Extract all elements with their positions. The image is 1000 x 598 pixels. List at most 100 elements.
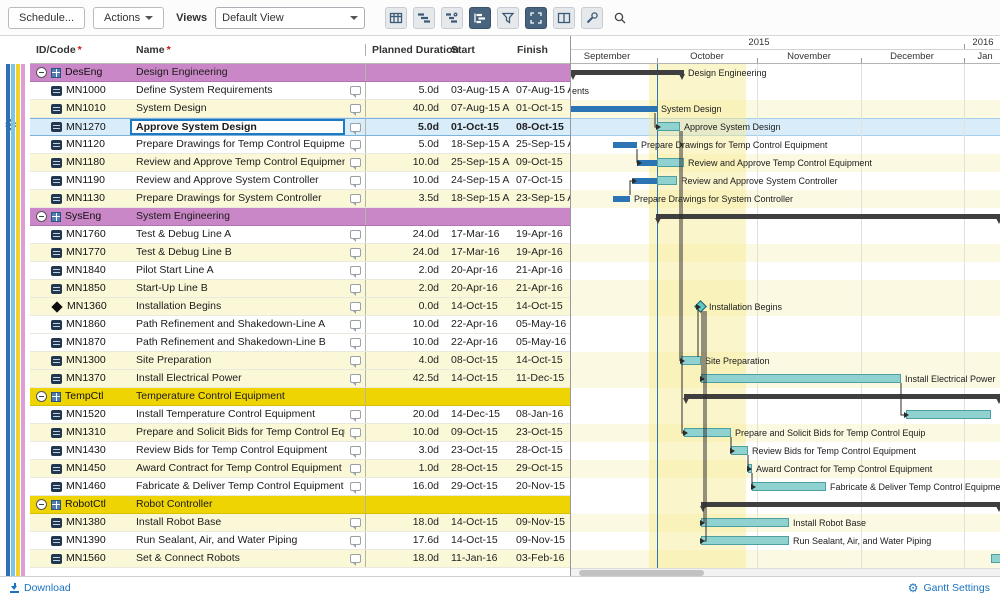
- gantt-bar[interactable]: [906, 410, 991, 419]
- chat-icon[interactable]: [350, 446, 361, 455]
- chat-icon[interactable]: [350, 230, 361, 239]
- gantt-summary-bar[interactable]: [571, 70, 684, 75]
- gantt-bar[interactable]: [991, 554, 1000, 563]
- wrench-icon[interactable]: [581, 7, 603, 29]
- table-row[interactable]: MN1560 Set & Connect Robots 18.0d 11-Jan…: [30, 550, 570, 568]
- search-icon[interactable]: [609, 7, 631, 29]
- table-row[interactable]: MN1390 Run Sealant, Air, and Water Pipin…: [30, 532, 570, 550]
- table-row[interactable]: TempCtl Temperature Control Equipment: [30, 388, 570, 406]
- table-row[interactable]: MN1010 System Design 40.0d 07-Aug-15 A 0…: [30, 100, 570, 118]
- chat-icon[interactable]: [350, 86, 361, 95]
- gantt-bar[interactable]: [701, 374, 901, 383]
- column-header-start[interactable]: Start: [445, 44, 511, 56]
- gantt-bar[interactable]: [657, 122, 680, 131]
- table-row[interactable]: MN1520 Install Temperature Control Equip…: [30, 406, 570, 424]
- gantt-bar[interactable]: [657, 176, 677, 185]
- gantt-bar[interactable]: [752, 482, 826, 491]
- table-row[interactable]: MN1870 Path Refinement and Shakedown-Lin…: [30, 334, 570, 352]
- table-row[interactable]: MN1860 Path Refinement and Shakedown-Lin…: [30, 316, 570, 334]
- collapse-icon[interactable]: [36, 499, 47, 510]
- column-header-name[interactable]: Name*: [130, 44, 345, 56]
- table-row[interactable]: MN1130 Prepare Drawings for System Contr…: [30, 190, 570, 208]
- chat-icon[interactable]: [350, 248, 361, 257]
- gantt-bar[interactable]: [613, 142, 637, 148]
- gantt-hscrollbar-thumb[interactable]: [579, 570, 704, 576]
- table-row[interactable]: MN1450 Award Contract for Temp Control E…: [30, 460, 570, 478]
- gantt-bar[interactable]: [701, 536, 789, 545]
- chat-icon[interactable]: [350, 284, 361, 293]
- table-row[interactable]: MN1000 Define System Requirements 5.0d 0…: [30, 82, 570, 100]
- gantt-bar[interactable]: [748, 464, 752, 473]
- table-row[interactable]: MN1760 Test & Debug Line A 24.0d 17-Mar-…: [30, 226, 570, 244]
- chat-icon[interactable]: [350, 464, 361, 473]
- chat-icon[interactable]: [350, 356, 361, 365]
- chat-icon[interactable]: [350, 428, 361, 437]
- gantt-bar[interactable]: [701, 518, 789, 527]
- table-row[interactable]: MN1380 Install Robot Base 18.0d 14-Oct-1…: [30, 514, 570, 532]
- view-select[interactable]: Default View: [215, 7, 365, 29]
- chat-icon[interactable]: [350, 536, 361, 545]
- table-row[interactable]: MN1300 Site Preparation 4.0d 08-Oct-15 1…: [30, 352, 570, 370]
- gantt-chart-icon[interactable]: [469, 7, 491, 29]
- collapse-icon[interactable]: [36, 391, 47, 402]
- gantt-settings-link[interactable]: ⚙ Gantt Settings: [908, 582, 990, 594]
- gantt-bar[interactable]: [637, 160, 657, 166]
- column-header-duration[interactable]: Planned Duration: [365, 44, 445, 56]
- actions-button[interactable]: Actions: [93, 7, 164, 29]
- table-row[interactable]: MN1460 Fabricate & Deliver Temp Control …: [30, 478, 570, 496]
- table-row[interactable]: MN1370 Install Electrical Power 42.5d 14…: [30, 370, 570, 388]
- columns-icon[interactable]: [553, 7, 575, 29]
- table-row[interactable]: MN1310 Prepare and Solicit Bids for Temp…: [30, 424, 570, 442]
- chat-icon[interactable]: [350, 482, 361, 491]
- table-row[interactable]: MN1270 Approve System Design 5.0d 01-Oct…: [30, 118, 570, 136]
- chat-icon[interactable]: [350, 518, 361, 527]
- gantt-hscrollbar[interactable]: [571, 568, 1000, 576]
- table-row[interactable]: SysEng System Engineering: [30, 208, 570, 226]
- gantt-bar[interactable]: [657, 158, 684, 167]
- table-row[interactable]: MN1190 Review and Approve System Control…: [30, 172, 570, 190]
- gantt-bar[interactable]: [731, 446, 748, 455]
- column-header-finish[interactable]: Finish: [511, 44, 570, 56]
- gantt-progress-icon[interactable]: [441, 7, 463, 29]
- table-row[interactable]: MN1840 Pilot Start Line A 2.0d 20-Apr-16…: [30, 262, 570, 280]
- table-row[interactable]: MN1850 Start-Up Line B 2.0d 20-Apr-16 21…: [30, 280, 570, 298]
- download-link[interactable]: Download: [10, 582, 71, 594]
- fit-to-screen-icon[interactable]: [525, 7, 547, 29]
- collapse-icon[interactable]: [36, 67, 47, 78]
- chat-icon[interactable]: [350, 554, 361, 563]
- schedule-button[interactable]: Schedule...: [8, 7, 85, 29]
- gantt-bar[interactable]: [633, 178, 657, 184]
- table-row[interactable]: MN1360 Installation Begins 0.0d 14-Oct-1…: [30, 298, 570, 316]
- chat-icon[interactable]: [350, 338, 361, 347]
- filter-icon[interactable]: [497, 7, 519, 29]
- collapse-icon[interactable]: [36, 211, 47, 222]
- chat-icon[interactable]: [350, 410, 361, 419]
- chat-icon[interactable]: [350, 320, 361, 329]
- chat-icon[interactable]: [350, 176, 361, 185]
- chat-icon[interactable]: [350, 104, 361, 113]
- gantt-bar[interactable]: [571, 106, 657, 112]
- gantt-bar[interactable]: [681, 356, 701, 365]
- gantt-summary-bar[interactable]: [701, 502, 1000, 507]
- table-icon[interactable]: [385, 7, 407, 29]
- chat-icon[interactable]: [350, 266, 361, 275]
- chat-icon[interactable]: [350, 140, 361, 149]
- table-row[interactable]: MN1180 Review and Approve Temp Control E…: [30, 154, 570, 172]
- table-row[interactable]: MN1430 Review Bids for Temp Control Equi…: [30, 442, 570, 460]
- chat-icon[interactable]: [350, 194, 361, 203]
- table-row[interactable]: DesEng Design Engineering: [30, 64, 570, 82]
- gantt-summary-bar[interactable]: [656, 214, 1000, 219]
- gantt-bar[interactable]: [684, 428, 731, 437]
- gantt-bar[interactable]: [613, 196, 630, 202]
- column-header-id[interactable]: ID/Code*: [30, 44, 130, 56]
- gantt-summary-bar[interactable]: [684, 394, 1000, 399]
- table-row[interactable]: MN1120 Prepare Drawings for Temp Control…: [30, 136, 570, 154]
- chat-icon[interactable]: [350, 302, 361, 311]
- chat-icon[interactable]: [350, 158, 361, 167]
- chat-icon[interactable]: [350, 374, 361, 383]
- gantt-icon[interactable]: [413, 7, 435, 29]
- chat-icon[interactable]: [350, 123, 361, 132]
- table-row[interactable]: RobotCtl Robot Controller: [30, 496, 570, 514]
- gantt-milestone[interactable]: [694, 300, 707, 313]
- table-row[interactable]: MN1770 Test & Debug Line B 24.0d 17-Mar-…: [30, 244, 570, 262]
